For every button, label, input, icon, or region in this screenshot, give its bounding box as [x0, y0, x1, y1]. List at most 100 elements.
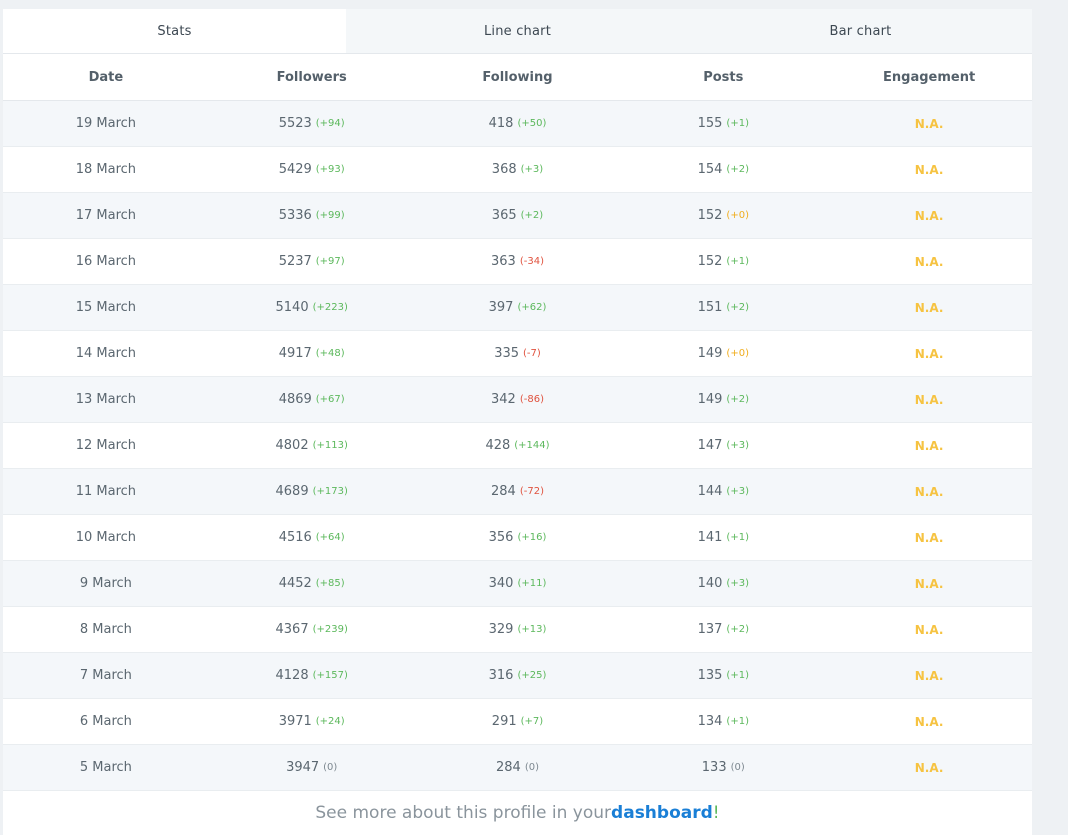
- posts-value: 155: [697, 116, 723, 131]
- following-delta: (-34): [519, 256, 544, 267]
- following-value: 335: [494, 346, 520, 361]
- posts-delta: (+1): [726, 532, 749, 543]
- followers-delta: (+113): [312, 440, 348, 451]
- followers-value: 5237: [278, 254, 312, 269]
- cell-following: 329 (+13): [415, 607, 621, 652]
- cell-followers: 5140 (+223): [209, 285, 415, 330]
- posts-delta: (+2): [726, 164, 749, 175]
- date-value: 17 March: [75, 208, 137, 223]
- posts-delta: (+2): [726, 624, 749, 635]
- followers-value: 4452: [278, 576, 312, 591]
- date-value: 13 March: [75, 392, 137, 407]
- following-value: 365: [491, 208, 517, 223]
- cell-engagement: N.A.: [826, 745, 1032, 790]
- followers-delta: (+93): [315, 164, 345, 175]
- following-value: 356: [488, 530, 514, 545]
- tab-line-chart[interactable]: Line chart: [346, 9, 689, 53]
- following-value: 291: [491, 714, 517, 729]
- tab-bar: Stats Line chart Bar chart: [3, 9, 1032, 54]
- table-row: 12 March 4802 (+113) 428 (+144) 147 (+3) N.A.: [3, 423, 1032, 469]
- following-delta: (+62): [517, 302, 547, 313]
- tab-bar-chart[interactable]: Bar chart: [689, 9, 1032, 53]
- followers-value: 4802: [275, 438, 309, 453]
- cell-posts: 133 (0): [620, 745, 826, 790]
- followers-value: 4367: [275, 622, 309, 637]
- cell-following: 428 (+144): [415, 423, 621, 468]
- cell-engagement: N.A.: [826, 101, 1032, 146]
- following-delta: (+3): [520, 164, 544, 175]
- engagement-value: N.A.: [914, 346, 944, 361]
- date-value: 7 March: [79, 668, 132, 683]
- cell-following: 397 (+62): [415, 285, 621, 330]
- cell-following: 284 (0): [415, 745, 621, 790]
- posts-value: 151: [697, 300, 723, 315]
- engagement-value: N.A.: [914, 208, 944, 223]
- followers-value: 4869: [278, 392, 312, 407]
- following-delta: (-72): [519, 486, 544, 497]
- following-value: 368: [491, 162, 517, 177]
- cell-posts: 152 (+0): [620, 193, 826, 238]
- cell-followers: 5237 (+97): [209, 239, 415, 284]
- date-value: 15 March: [75, 300, 137, 315]
- followers-delta: (+173): [312, 486, 348, 497]
- cell-followers: 3971 (+24): [209, 699, 415, 744]
- cell-posts: 137 (+2): [620, 607, 826, 652]
- following-value: 340: [488, 576, 514, 591]
- column-header-posts: Posts: [703, 69, 744, 85]
- dashboard-link[interactable]: dashboard: [611, 803, 713, 823]
- engagement-value: N.A.: [914, 254, 944, 269]
- following-delta: (+11): [517, 578, 547, 589]
- following-delta: (+16): [517, 532, 547, 543]
- followers-delta: (+67): [315, 394, 345, 405]
- cell-followers: 4689 (+173): [209, 469, 415, 514]
- posts-value: 144: [697, 484, 723, 499]
- followers-delta: (+94): [315, 118, 345, 129]
- cell-date: 18 March: [3, 147, 209, 192]
- cell-following: 342 (-86): [415, 377, 621, 422]
- followers-value: 5523: [278, 116, 312, 131]
- table-row: 9 March 4452 (+85) 340 (+11) 140 (+3) N.A.: [3, 561, 1032, 607]
- column-header-engagement: Engagement: [883, 69, 976, 85]
- followers-delta: (0): [323, 762, 338, 773]
- posts-value: 154: [697, 162, 723, 177]
- following-delta: (+144): [514, 440, 550, 451]
- cell-following: 356 (+16): [415, 515, 621, 560]
- posts-delta: (+2): [726, 302, 749, 313]
- followers-value: 4128: [275, 668, 309, 683]
- posts-delta: (+1): [726, 670, 749, 681]
- cell-date: 19 March: [3, 101, 209, 146]
- cell-date: 17 March: [3, 193, 209, 238]
- followers-value: 3947: [286, 760, 320, 775]
- following-value: 428: [485, 438, 511, 453]
- engagement-value: N.A.: [914, 392, 944, 407]
- cell-followers: 4917 (+48): [209, 331, 415, 376]
- posts-value: 140: [697, 576, 723, 591]
- cell-followers: 4802 (+113): [209, 423, 415, 468]
- cell-date: 16 March: [3, 239, 209, 284]
- engagement-value: N.A.: [914, 760, 944, 775]
- cell-date: 7 March: [3, 653, 209, 698]
- table-row: 14 March 4917 (+48) 335 (-7) 149 (+0) N.A.: [3, 331, 1032, 377]
- posts-value: 149: [697, 346, 723, 361]
- cell-engagement: N.A.: [826, 193, 1032, 238]
- date-value: 6 March: [79, 714, 132, 729]
- following-delta: (+50): [517, 118, 547, 129]
- column-header-date: Date: [88, 69, 124, 85]
- posts-value: 152: [697, 254, 723, 269]
- posts-delta: (+2): [726, 394, 749, 405]
- cell-posts: 149 (+0): [620, 331, 826, 376]
- followers-delta: (+85): [315, 578, 345, 589]
- cell-engagement: N.A.: [826, 147, 1032, 192]
- engagement-value: N.A.: [914, 622, 944, 637]
- cell-following: 368 (+3): [415, 147, 621, 192]
- cell-date: 5 March: [3, 745, 209, 790]
- posts-value: 149: [697, 392, 723, 407]
- tab-stats[interactable]: Stats: [3, 9, 346, 53]
- cell-following: 340 (+11): [415, 561, 621, 606]
- posts-delta: (+3): [726, 486, 749, 497]
- followers-delta: (+97): [315, 256, 345, 267]
- engagement-value: N.A.: [914, 300, 944, 315]
- posts-value: 152: [697, 208, 723, 223]
- cell-followers: 5429 (+93): [209, 147, 415, 192]
- cell-date: 12 March: [3, 423, 209, 468]
